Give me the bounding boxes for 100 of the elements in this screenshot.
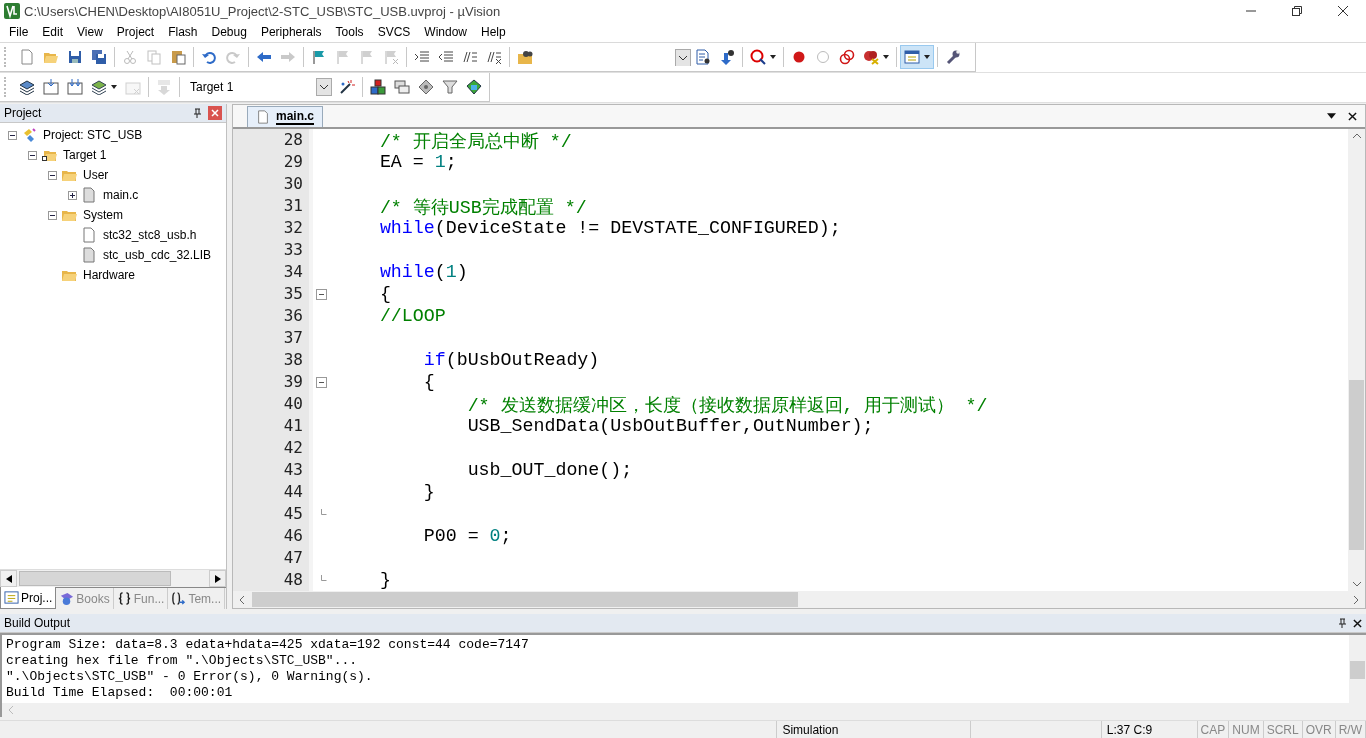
code-text: 1	[434, 152, 446, 173]
menu-item[interactable]: Help	[474, 25, 513, 40]
panel-title: Build Output	[4, 616, 71, 631]
pin-icon[interactable]	[1337, 618, 1347, 629]
menu-item[interactable]: SVCS	[370, 25, 418, 40]
menu-item[interactable]: View	[70, 25, 110, 40]
fold-icon[interactable]	[315, 376, 327, 388]
code-text: 0	[489, 526, 501, 547]
download-icon	[156, 79, 172, 96]
expander-icon[interactable]	[48, 170, 57, 180]
line-number: 47	[233, 547, 309, 570]
tree-item[interactable]: Project: STC_USB	[41, 127, 145, 144]
line-number: 33	[233, 239, 309, 262]
scrollbar-thumb[interactable]	[1350, 660, 1365, 679]
expander-icon[interactable]	[8, 130, 17, 140]
redo-icon	[225, 49, 241, 66]
code-text: P00 =	[422, 526, 480, 547]
code-text: )	[456, 262, 468, 283]
target-select[interactable]: Target 1	[186, 76, 332, 99]
expander-icon[interactable]	[48, 210, 57, 220]
pin-icon[interactable]	[192, 108, 202, 119]
panel-tab[interactable]: Proj...	[0, 587, 57, 610]
stop-build-icon	[125, 79, 141, 96]
close-icon[interactable]	[1348, 111, 1357, 121]
code-text: /* 发送数据缓冲区，长度（接收数据原样返回, 用于测试） */	[466, 395, 988, 416]
menu-item[interactable]: Debug	[204, 25, 254, 40]
panel-title: Project	[4, 106, 42, 121]
expander-icon[interactable]	[28, 150, 37, 160]
output-line: creating hex file from ".\Objects\STC_USB"...	[6, 652, 359, 669]
tree-item[interactable]: main.c	[101, 187, 141, 204]
menu-item[interactable]: Project	[109, 25, 162, 40]
breakpoint-off-icon	[815, 49, 831, 66]
braces-icon	[116, 591, 132, 607]
scroll-right-button[interactable]	[209, 570, 226, 588]
paste-icon	[170, 49, 186, 66]
tree-item[interactable]: stc_usb_cdc_32.LIB	[101, 247, 214, 264]
packs-icon	[466, 79, 482, 96]
code-text: (	[434, 262, 446, 283]
new-file-icon	[19, 49, 35, 66]
scroll-down-icon[interactable]	[1352, 582, 1361, 588]
line-number: 28	[233, 129, 309, 152]
line-number: 46	[233, 525, 309, 548]
file-icon	[81, 247, 97, 264]
code-text: if	[422, 350, 446, 371]
stack-icon	[19, 79, 35, 96]
file-icon	[256, 110, 270, 125]
menu-item[interactable]: File	[2, 25, 36, 40]
file-tab[interactable]: main.c	[247, 106, 323, 128]
menu-item[interactable]: Window	[417, 25, 474, 40]
scroll-right-icon[interactable]	[1354, 595, 1359, 604]
save-all-icon	[91, 49, 107, 66]
two-rings-icon	[839, 49, 855, 66]
fold-icon[interactable]	[315, 288, 327, 300]
tree-item[interactable]: stc32_stc8_usb.h	[101, 227, 199, 244]
tree-item[interactable]: Target 1	[61, 147, 109, 164]
tree-item[interactable]: Hardware	[81, 267, 138, 284]
close-icon[interactable]	[1353, 618, 1362, 628]
dropdown-icon[interactable]	[1327, 113, 1336, 120]
line-number: 37	[233, 327, 309, 350]
tree-item[interactable]: System	[81, 207, 125, 224]
line-number: 38	[233, 349, 309, 372]
scrollbar-thumb[interactable]	[252, 592, 798, 608]
line-number: 44	[233, 481, 309, 504]
code-text: {	[378, 284, 391, 305]
tree-item[interactable]: User	[81, 167, 111, 184]
line-number: 41	[233, 415, 309, 438]
menu-item[interactable]: Flash	[161, 25, 205, 40]
line-number: 40	[233, 393, 309, 416]
status-indicator: SCRL	[1263, 721, 1303, 738]
line-number: 45	[233, 503, 309, 526]
line-number: 34	[233, 261, 309, 284]
left-arrow-icon	[5, 574, 12, 583]
menu-item[interactable]: Edit	[35, 25, 71, 40]
window-layout-icon	[904, 49, 920, 66]
scroll-up-icon[interactable]	[1352, 133, 1361, 139]
cursor-position: L:37 C:9	[1101, 721, 1198, 738]
template-icon	[171, 591, 187, 607]
save-icon	[67, 49, 83, 66]
code-text: (DeviceState != DEVSTATE_CONFIGURED);	[434, 218, 841, 239]
rebuild-icon	[67, 79, 83, 96]
diamond-icon	[418, 79, 434, 96]
layers-icon	[91, 79, 107, 96]
line-number: 32	[233, 217, 309, 240]
output-line: Program Size: data=8.3 edata+hdata=425 xdata=192 const=44 code=7147	[6, 636, 530, 653]
line-number: 29	[233, 151, 309, 174]
expander-icon[interactable]	[68, 190, 77, 200]
scrollbar-thumb[interactable]	[1349, 380, 1364, 551]
scroll-left-button[interactable]	[0, 570, 17, 588]
funnel-icon	[442, 79, 458, 96]
output-line: Build Time Elapsed: 00:00:01	[6, 684, 234, 701]
window-layout-button[interactable]	[900, 45, 934, 70]
arrow-search-icon	[719, 49, 735, 66]
close-icon	[1338, 6, 1348, 16]
menu-item[interactable]: Peripherals	[253, 25, 329, 40]
flag-icon	[311, 49, 327, 66]
build-icon	[43, 79, 59, 96]
scroll-left-icon[interactable]	[239, 595, 244, 604]
scrollbar-thumb[interactable]	[19, 571, 171, 587]
menu-item[interactable]: Tools	[328, 25, 371, 40]
flag-icon	[359, 49, 375, 66]
